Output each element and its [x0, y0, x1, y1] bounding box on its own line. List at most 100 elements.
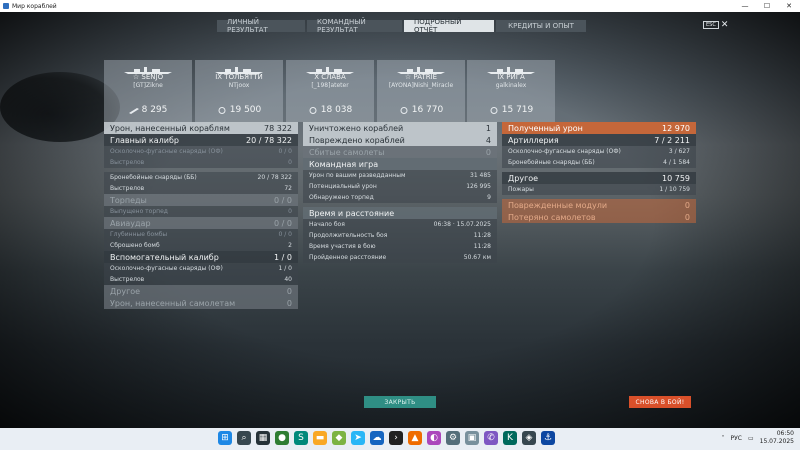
- airstrike-row: Авиаудар 0 / 0: [104, 217, 298, 229]
- spotting-damage-row: Урон по вашим разведданным 31 485: [303, 170, 497, 181]
- battle-start-row: Начало боя 06:38 · 15.07.2025: [303, 219, 497, 230]
- close-icon[interactable]: ✕: [721, 20, 729, 30]
- search-icon[interactable]: ⌕: [237, 431, 251, 445]
- chrome-icon[interactable]: ●: [275, 431, 289, 445]
- close-button[interactable]: ЗАКРЫТЬ: [364, 396, 436, 408]
- other-row: Другое 0: [104, 285, 298, 297]
- system-tray: ˄ РУС ▭ 06:50 15.07.2025: [722, 430, 795, 446]
- torpedoes-spotted-row: Обнаружено торпед 9: [303, 192, 497, 203]
- crosshair-icon: [218, 106, 226, 114]
- clock-date: 15.07.2025: [759, 438, 794, 445]
- torpedo-hit-icon: [128, 107, 139, 114]
- received-ap-row: Бронебойные снаряды (ББ) 4 / 1 584: [502, 157, 696, 168]
- damaged-row: Повреждено кораблей 4: [303, 134, 497, 146]
- viber-icon[interactable]: ✆: [484, 431, 498, 445]
- minimize-button[interactable]: —: [734, 0, 756, 12]
- destroyed-row: Уничтожено кораблей 1: [303, 122, 497, 134]
- artillery-row: Артиллерия 7 / 2 211: [502, 134, 696, 146]
- gallery-icon[interactable]: ◐: [427, 431, 441, 445]
- ship-xp: 19 500: [195, 105, 283, 115]
- fires-row: Пожары 1 / 10 759: [502, 184, 696, 195]
- clock[interactable]: 06:50 15.07.2025: [760, 430, 794, 446]
- telegram-icon[interactable]: ➤: [351, 431, 365, 445]
- ship-card[interactable]: ☆ PATRIE [AYONA]Nishi_Miracle 16 770: [377, 60, 465, 122]
- kaspersky-icon[interactable]: K: [503, 431, 517, 445]
- ship-card[interactable]: IX РИГА galkinalex 15 719: [467, 60, 555, 122]
- received-he-row: Осколочно-фугасные снаряды (ОФ) 3 / 627: [502, 146, 696, 157]
- language-indicator[interactable]: РУС: [731, 435, 742, 442]
- window-controls: — ☐ ✕: [734, 0, 800, 12]
- crosshair-icon: [490, 106, 498, 114]
- main-ap-shots-row: Выстрелов 72: [104, 183, 298, 194]
- settings-icon[interactable]: ⚙: [446, 431, 460, 445]
- network-icon[interactable]: ▭: [748, 435, 754, 442]
- main-he-row: Осколочно-фугасные снаряды (ОФ) 0 / 0: [104, 146, 298, 157]
- damage-received-panel: Полученный урон 12 970 Артиллерия 7 / 2 21…: [502, 122, 696, 223]
- wows-icon[interactable]: ⚓: [541, 431, 555, 445]
- terminal-icon[interactable]: ›: [389, 431, 403, 445]
- app-icon: [3, 3, 9, 9]
- player-name: [_198]ateter: [311, 82, 349, 89]
- player-name: galkinalex: [495, 82, 527, 89]
- secondary-shots-row: Выстрелов 40: [104, 274, 298, 285]
- taskbar: ⊞ ⌕ ▦ ● S ▬ ◆ ➤ ☁ › ▲ ◐ ⚙ ▣ ✆ K ◈ ⚓ ˄ РУ…: [0, 428, 800, 450]
- close-window-button[interactable]: ✕: [778, 0, 800, 12]
- main-ap-row: Бронебойные снаряды (ББ) 20 / 78 322: [104, 172, 298, 183]
- taskbar-icons: ⊞ ⌕ ▦ ● S ▬ ◆ ➤ ☁ › ▲ ◐ ⚙ ▣ ✆ K ◈ ⚓: [218, 431, 555, 445]
- tab-personal[interactable]: ЛИЧНЫЙ РЕЗУЛЬТАТ: [217, 18, 305, 34]
- damage-ships-row: Урон, нанесенный кораблям 78 322: [104, 122, 298, 134]
- main-battery-row: Главный калибр 20 / 78 322: [104, 134, 298, 146]
- player-name: [AYONA]Nishi_Miracle: [388, 82, 454, 89]
- ship-name: X СЛАВА: [314, 73, 346, 81]
- ship-card[interactable]: ☆ SENJŌ [GT]Zikne 8 295: [104, 60, 192, 122]
- ship-card[interactable]: X СЛАВА [_198]ateter 18 038: [286, 60, 374, 122]
- window-title: Мир кораблей: [12, 2, 57, 10]
- planes-shot-row: Сбитые самолеты 0: [303, 146, 497, 158]
- damage-planes-row: Урон, нанесенный самолетам 0: [104, 297, 298, 309]
- ship-card[interactable]: IX ТОЛЬЯТТИ NTjoox 19 500: [195, 60, 283, 122]
- chevron-up-icon[interactable]: ˄: [722, 435, 725, 442]
- ship-name: IX ТОЛЬЯТТИ: [215, 73, 263, 81]
- crosshair-icon: [400, 106, 408, 114]
- skype-icon[interactable]: S: [294, 431, 308, 445]
- ship-name: ☆ PATRIE: [404, 73, 438, 81]
- damaged-modules-row: Поврежденные модули 0: [502, 199, 696, 211]
- tab-team[interactable]: КОМАНДНЫЙ РЕЗУЛЬТАТ: [307, 18, 402, 34]
- secondary-row: Вспомогательный калибр 1 / 0: [104, 251, 298, 263]
- torpedoes-row: Торпеды 0 / 0: [104, 194, 298, 206]
- secondary-he-row: Осколочно-фугасные снаряды (ОФ) 1 / 0: [104, 263, 298, 274]
- results-panel: Уничтожено кораблей 1 Повреждено кораблей…: [303, 122, 497, 263]
- received-damage-row: Полученный урон 12 970: [502, 122, 696, 134]
- distance-row: Пройденное расстояние 50.67 км: [303, 252, 497, 263]
- tab-detailed[interactable]: ПОДРОБНЫЙ ОТЧЁТ: [404, 18, 494, 34]
- time-distance-header: Время и расстояние: [303, 207, 497, 219]
- received-other-row: Другое 10 759: [502, 172, 696, 184]
- ship-xp: 18 038: [286, 105, 374, 115]
- ship-xp: 8 295: [104, 105, 192, 115]
- tab-bar: ЛИЧНЫЙ РЕЗУЛЬТАТ КОМАНДНЫЙ РЕЗУЛЬТАТ ПОД…: [217, 18, 586, 34]
- battle-again-button[interactable]: СНОВА В БОЙ!: [629, 396, 691, 408]
- game-area: ЛИЧНЫЙ РЕЗУЛЬТАТ КОМАНДНЫЙ РЕЗУЛЬТАТ ПОД…: [0, 12, 800, 428]
- time-in-battle-row: Время участия в бою 11:28: [303, 241, 497, 252]
- onedrive-icon[interactable]: ☁: [370, 431, 384, 445]
- file-explorer-icon[interactable]: ▦: [256, 431, 270, 445]
- ship-name: ☆ SENJŌ: [132, 73, 164, 81]
- ship-xp: 16 770: [377, 105, 465, 115]
- bombs-dropped-row: Сброшено бомб 2: [104, 240, 298, 251]
- tab-credits[interactable]: КРЕДИТЫ И ОПЫТ: [496, 20, 586, 32]
- vlc-icon[interactable]: ▲: [408, 431, 422, 445]
- team-play-header: Командная игра: [303, 158, 497, 170]
- torpedoes-launched-row: Выпущено торпед 0: [104, 206, 298, 217]
- cube-icon[interactable]: ▣: [465, 431, 479, 445]
- esc-close[interactable]: ESC ✕: [703, 20, 728, 30]
- player-name: NTjoox: [228, 82, 250, 89]
- maximize-button[interactable]: ☐: [756, 0, 778, 12]
- window-titlebar: Мир кораблей — ☐ ✕: [0, 0, 800, 12]
- planes-lost-row: Потеряно самолетов 0: [502, 211, 696, 223]
- paint-icon[interactable]: ◆: [332, 431, 346, 445]
- crosshair-icon: [309, 106, 317, 114]
- game-icon[interactable]: ◈: [522, 431, 536, 445]
- windows-icon[interactable]: ⊞: [218, 431, 232, 445]
- battle-duration-row: Продолжительность боя 11:28: [303, 230, 497, 241]
- folder-icon[interactable]: ▬: [313, 431, 327, 445]
